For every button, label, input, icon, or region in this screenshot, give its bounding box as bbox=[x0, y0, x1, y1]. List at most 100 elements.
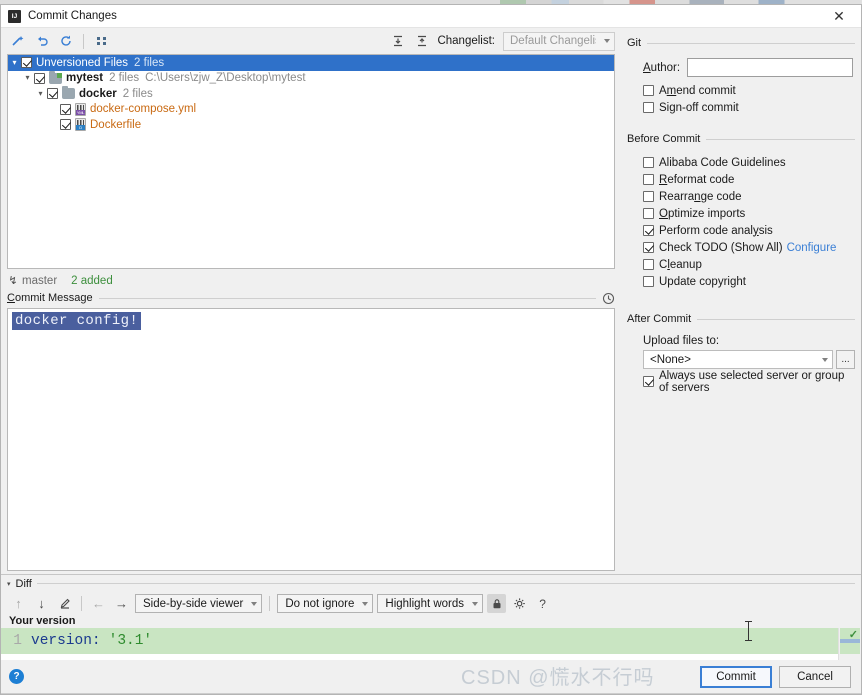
rearrange-code-checkbox[interactable]: Rearrange code bbox=[643, 188, 855, 205]
checkbox-box bbox=[643, 174, 654, 185]
divider bbox=[647, 42, 855, 44]
tree-path: C:\Users\zjw_Z\Desktop\mytest bbox=[145, 72, 306, 85]
show-diff-icon[interactable] bbox=[7, 31, 28, 52]
clock-icon[interactable] bbox=[602, 292, 615, 305]
always-use-server-checkbox[interactable]: Always use selected server or group of s… bbox=[643, 370, 855, 394]
gear-icon[interactable] bbox=[510, 594, 529, 613]
watermark-prefix: CSDN @ bbox=[461, 667, 550, 689]
ignore-policy-value: Do not ignore bbox=[285, 597, 355, 610]
highlight-policy-value: Highlight words bbox=[385, 597, 465, 610]
author-field[interactable] bbox=[687, 58, 853, 77]
checkbox-docker-compose-yml[interactable] bbox=[60, 103, 71, 115]
chevron-down-icon[interactable]: ▾ bbox=[7, 580, 11, 588]
changed-files-tree[interactable]: ▾ Unversioned Files 2 files ▾ mytest 2 f… bbox=[7, 54, 615, 269]
check-todo-checkbox[interactable]: Check TODO (Show All) Configure bbox=[643, 239, 855, 256]
expand-all-icon[interactable] bbox=[387, 31, 408, 52]
after-commit-header: After Commit bbox=[627, 310, 855, 328]
sign-off-commit-checkbox[interactable]: Sign-off commit bbox=[643, 99, 855, 116]
code-keyword: version: bbox=[31, 633, 101, 649]
next-difference-icon[interactable]: ↓ bbox=[32, 594, 51, 613]
tree-label: docker-compose.yml bbox=[90, 103, 197, 116]
chevron-down-icon bbox=[251, 601, 258, 606]
cancel-button[interactable]: Cancel bbox=[779, 665, 851, 688]
commit-button[interactable]: Commit bbox=[700, 665, 772, 688]
diff-scrollbar[interactable]: ✓ bbox=[838, 628, 861, 660]
tree-row-mytest[interactable]: ▾ mytest 2 files C:\Users\zjw_Z\Desktop\… bbox=[8, 70, 614, 87]
dialog-body: Changelist: Default Changelist ▾ Unversi… bbox=[1, 28, 861, 571]
divider bbox=[36, 583, 855, 584]
tree-row-docker[interactable]: ▾ docker 2 files bbox=[8, 86, 614, 102]
edit-source-icon[interactable] bbox=[55, 594, 74, 613]
tree-row-dockerfile[interactable]: D Dockerfile bbox=[8, 117, 614, 133]
checkbox-label: Optimize imports bbox=[659, 207, 746, 220]
checkbox-box bbox=[643, 208, 654, 219]
before-commit-title: Before Commit bbox=[627, 133, 701, 145]
upload-target-value: <None> bbox=[650, 353, 691, 366]
collapse-all-icon[interactable] bbox=[411, 31, 432, 52]
chevron-down-icon bbox=[822, 357, 828, 362]
added-count: 2 added bbox=[71, 274, 113, 287]
upload-target-dropdown[interactable]: <None> bbox=[643, 350, 833, 369]
configure-link[interactable]: Configure bbox=[787, 242, 837, 254]
diff-line-1[interactable]: 1 version: '3.1' bbox=[1, 628, 838, 654]
refresh-icon[interactable] bbox=[55, 31, 76, 52]
divider bbox=[706, 138, 855, 140]
file-badge: YML bbox=[76, 109, 85, 115]
checkbox-box bbox=[643, 225, 654, 236]
toolbar-separator bbox=[83, 33, 84, 49]
viewer-mode-dropdown[interactable]: Side-by-side viewer bbox=[135, 594, 263, 613]
yaml-file-icon: YML bbox=[75, 102, 86, 116]
reformat-code-checkbox[interactable]: Reformat code bbox=[643, 171, 855, 188]
git-group-header: Git bbox=[627, 34, 855, 52]
group-by-icon[interactable] bbox=[91, 31, 112, 52]
checkbox-dockerfile[interactable] bbox=[60, 119, 71, 131]
revert-icon[interactable] bbox=[31, 31, 52, 52]
checkbox-label: Check TODO (Show All) bbox=[659, 241, 783, 254]
checkbox-label: Update copyright bbox=[659, 275, 746, 288]
lock-icon[interactable] bbox=[487, 594, 507, 613]
tree-row-unversioned-files[interactable]: ▾ Unversioned Files 2 files bbox=[8, 55, 614, 71]
checkbox-box bbox=[643, 259, 654, 270]
changelist-label: Changelist: bbox=[437, 35, 495, 47]
update-copyright-checkbox[interactable]: Update copyright bbox=[643, 273, 855, 290]
alibaba-code-guidelines-checkbox[interactable]: Alibaba Code Guidelines bbox=[643, 154, 855, 171]
commit-message-header: Commit Message bbox=[1, 290, 621, 306]
branch-name: master bbox=[22, 274, 58, 287]
perform-code-analysis-checkbox[interactable]: Perform code analysis bbox=[643, 222, 855, 239]
left-pane: Changelist: Default Changelist ▾ Unversi… bbox=[1, 28, 621, 571]
previous-difference-icon[interactable]: ↑ bbox=[9, 594, 28, 613]
changelist-value: Default Changelist bbox=[510, 35, 596, 47]
changelist-dropdown[interactable]: Default Changelist bbox=[503, 31, 615, 51]
chevron-down-icon[interactable]: ▾ bbox=[8, 58, 21, 67]
line-number: 1 bbox=[13, 633, 22, 649]
module-folder-icon bbox=[49, 70, 62, 84]
checkbox-docker[interactable] bbox=[47, 88, 58, 100]
diff-header[interactable]: ▾ Diff bbox=[1, 575, 861, 590]
checkbox-unversioned-files[interactable] bbox=[21, 57, 32, 69]
tree-label: docker bbox=[79, 87, 117, 100]
optimize-imports-checkbox[interactable]: Optimize imports bbox=[643, 205, 855, 222]
csdn-watermark: CSDN @慌水不行吗 bbox=[461, 661, 655, 690]
accept-left-icon[interactable]: ← bbox=[89, 594, 108, 613]
highlight-policy-dropdown[interactable]: Highlight words bbox=[377, 594, 484, 613]
before-commit-group: Before Commit Alibaba Code Guidelines Re… bbox=[627, 130, 855, 290]
commit-message-input[interactable]: docker config! bbox=[7, 308, 615, 571]
checkbox-mytest[interactable] bbox=[34, 72, 45, 84]
window-title: Commit Changes bbox=[28, 10, 117, 22]
question-mark-icon[interactable]: ? bbox=[9, 669, 24, 684]
amend-commit-checkbox[interactable]: Amend commit bbox=[643, 82, 855, 99]
checkbox-label: Alibaba Code Guidelines bbox=[659, 156, 786, 169]
cleanup-checkbox[interactable]: Cleanup bbox=[643, 256, 855, 273]
chevron-down-icon[interactable]: ▾ bbox=[21, 74, 34, 82]
close-icon[interactable]: ✕ bbox=[817, 5, 861, 28]
chevron-down-icon[interactable]: ▾ bbox=[34, 89, 47, 98]
question-mark-icon[interactable]: ? bbox=[533, 594, 552, 613]
checkbox-box bbox=[643, 191, 654, 202]
accept-right-icon[interactable]: → bbox=[112, 594, 131, 613]
tree-row-docker-compose-yml[interactable]: YML docker-compose.yml bbox=[8, 102, 614, 118]
ignore-policy-dropdown[interactable]: Do not ignore bbox=[277, 594, 374, 613]
browse-servers-button[interactable]: ... bbox=[836, 350, 855, 369]
git-group: Git Author: Amend commit Sign-off commit bbox=[627, 34, 855, 116]
divider bbox=[98, 297, 596, 299]
diff-content[interactable]: 1 version: '3.1' ✓ bbox=[1, 621, 861, 660]
